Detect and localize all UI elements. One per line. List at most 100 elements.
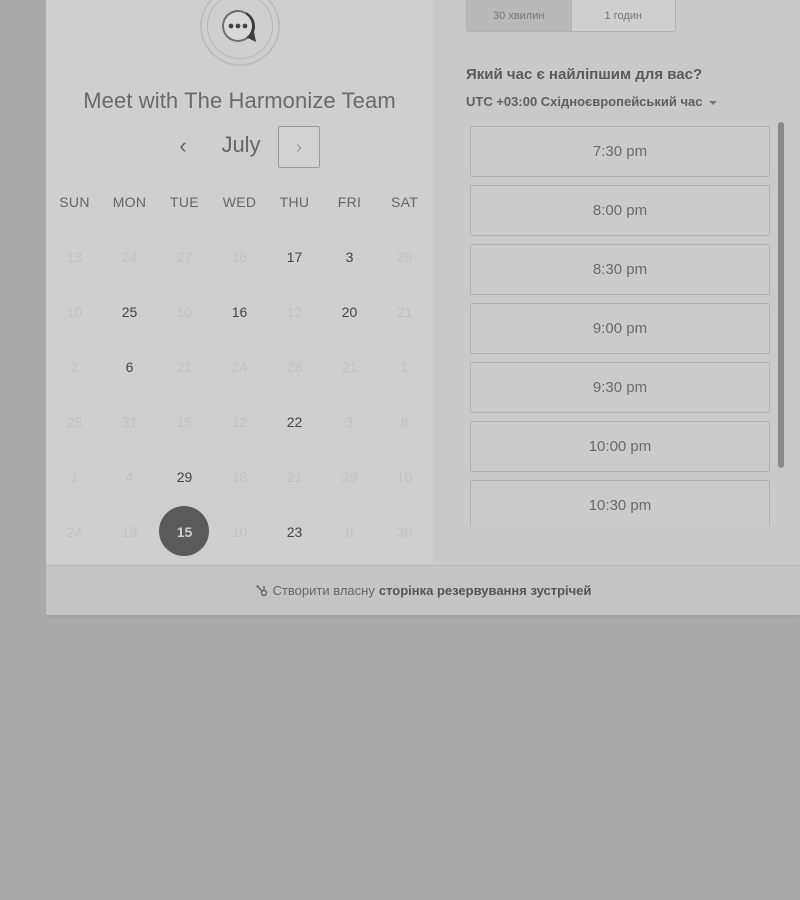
day-number: 21 (396, 303, 413, 320)
day-number: 24 (231, 358, 248, 375)
day-number: 25 (121, 303, 138, 320)
calendar-day: 30 (377, 504, 432, 559)
calendar-day[interactable]: 6 (102, 339, 157, 394)
calendar-day[interactable]: 17 (267, 229, 322, 284)
day-number: 6 (125, 358, 134, 375)
calendar-day: 10 (47, 284, 102, 339)
page-title: Meet with The Harmonize Team (83, 88, 396, 113)
day-number: 24 (121, 248, 138, 265)
time-question: Який час є найліпшим для вас? (466, 66, 703, 83)
day-number: 13 (66, 248, 83, 265)
calendar-week-row: 24 19 15 10 23 8 30 (46, 504, 433, 559)
time-slot-button[interactable]: 10:30 pm (470, 480, 770, 526)
calendar-week-row: 10 25 10 16 12 20 21 (46, 284, 433, 339)
weekday-tue: TUE (170, 194, 199, 210)
day-number: 4 (125, 468, 134, 485)
month-label: July (221, 132, 261, 157)
calendar-day: 27 (157, 229, 212, 284)
tab-30-minutes[interactable]: 30 хвилин (467, 0, 571, 31)
scrollbar[interactable] (778, 122, 784, 468)
calendar-day: 29 (322, 449, 377, 504)
calendar-day: 24 (212, 339, 267, 394)
footer-link[interactable]: Створити власну сторінка резервування зус… (273, 583, 592, 598)
calendar-day[interactable]: 22 (267, 394, 322, 449)
calendar-day[interactable]: 20 (322, 284, 377, 339)
calendar-day: 21 (377, 284, 432, 339)
calendar-day: 1 (47, 449, 102, 504)
day-number: 23 (286, 523, 303, 540)
calendar-day: 28 (47, 394, 102, 449)
calendar-day: 31 (102, 394, 157, 449)
calendar-day[interactable]: 25 (102, 284, 157, 339)
footer-strong: сторінка резервування зустрічей (378, 583, 592, 598)
weekday-mon: MON (112, 194, 147, 210)
day-number: 18 (231, 468, 248, 485)
day-number: 27 (176, 248, 193, 265)
calendar-day-selected[interactable]: 15 (157, 504, 212, 559)
tab-1-hour[interactable]: 1 годин (570, 0, 675, 31)
day-number: 3 (345, 413, 354, 430)
day-number: 1 (400, 358, 409, 375)
day-number: 16 (231, 248, 248, 265)
day-number: 21 (286, 468, 303, 485)
calendar-day: 8 (377, 394, 432, 449)
calendar-day: 10 (377, 449, 432, 504)
day-number: 30 (396, 523, 413, 540)
calendar-day: 28 (377, 229, 432, 284)
calendar-week-row: 13 24 27 16 17 3 28 (46, 229, 433, 284)
footer: Створити власну сторінка резервування зус… (46, 565, 800, 615)
calendar-day: 24 (102, 229, 157, 284)
day-number: 22 (286, 413, 303, 430)
calendar-day[interactable]: 16 (212, 284, 267, 339)
day-number: 28 (66, 413, 83, 430)
next-month-button[interactable]: › (278, 126, 320, 168)
day-number: 8 (400, 413, 409, 430)
time-slot-button[interactable]: 9:30 pm (470, 362, 770, 413)
calendar-day: 3 (322, 394, 377, 449)
calendar-day: 15 (157, 394, 212, 449)
day-number: 20 (341, 303, 358, 320)
day-number: 12 (286, 303, 303, 320)
calendar-day: 13 (47, 229, 102, 284)
day-number: 12 (231, 413, 248, 430)
day-number: 24 (66, 523, 83, 540)
calendar-day: 12 (267, 284, 322, 339)
calendar-day: 2 (47, 339, 102, 394)
time-slot-button[interactable]: 8:00 pm (470, 185, 770, 236)
day-number: 1 (70, 468, 79, 485)
calendar-day: 18 (212, 449, 267, 504)
calendar-day[interactable]: 29 (157, 449, 212, 504)
calendar-day: 19 (102, 504, 157, 559)
day-number: 28 (396, 248, 413, 265)
day-number: 21 (176, 358, 193, 375)
calendar-day: 24 (47, 504, 102, 559)
calendar-day: 1 (377, 339, 432, 394)
day-number: 10 (176, 303, 193, 320)
calendar-day: 21 (267, 449, 322, 504)
timezone-label: UTC +03:00 Східноєвропейський час (466, 94, 703, 109)
time-slot-button[interactable]: 7:30 pm (470, 126, 770, 177)
day-number: 10 (396, 468, 413, 485)
day-number: 29 (341, 468, 358, 485)
time-slot-button[interactable]: 9:00 pm (470, 303, 770, 354)
calendar-day[interactable]: 23 (267, 504, 322, 559)
calendar-week-row: 2 6 21 24 28 21 1 (46, 339, 433, 394)
calendar-day[interactable]: 3 (322, 229, 377, 284)
calendar-day: 28 (267, 339, 322, 394)
day-number: 15 (176, 413, 193, 430)
day-number: 21 (341, 358, 358, 375)
weekday-sun: SUN (59, 194, 90, 210)
calendar-week-row: 28 31 15 12 22 3 8 (46, 394, 433, 449)
day-number: 10 (231, 523, 248, 540)
weekday-wed: WED (222, 194, 257, 210)
day-number: 10 (66, 303, 83, 320)
timezone-select[interactable]: UTC +03:00 Східноєвропейський час (466, 94, 717, 109)
weekday-header: SUN MON TUE WED THU FRI SAT (46, 194, 433, 210)
calendar-week-row: 1 4 29 18 21 29 10 (46, 449, 433, 504)
day-number: 15 (176, 523, 193, 540)
prev-month-button[interactable]: ‹ (170, 132, 196, 162)
calendar-day: 16 (212, 229, 267, 284)
calendar-days-grid: 13 24 27 16 17 3 28 10 25 10 16 12 20 21 2 6 21 24 28 21 1 28… (46, 229, 433, 559)
time-slot-button[interactable]: 8:30 pm (470, 244, 770, 295)
time-slot-button[interactable]: 10:00 pm (470, 421, 770, 472)
